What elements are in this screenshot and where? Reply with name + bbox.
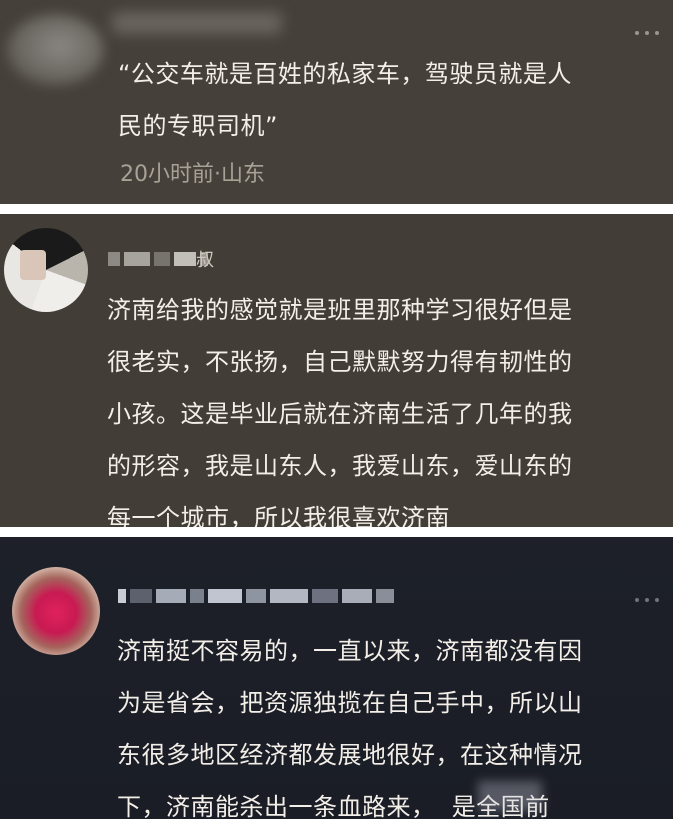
more-dots-icon[interactable] — [635, 597, 659, 603]
comment-text: 济南挺不容易的，一直以来，济南都没有因 为是省会，把资源独揽在自己手中，所以山 … — [117, 637, 583, 819]
username-pixelated[interactable] — [118, 589, 394, 603]
comment-card-2[interactable]: 叔 济南给我的感觉就是班里那种学习很好但是 很老实，不张扬，自己默默努力得有韧性… — [0, 214, 673, 527]
comment-line-2: 民的专职司机” — [118, 112, 278, 140]
avatar[interactable] — [4, 228, 88, 312]
comment-card-3[interactable]: 济南挺不容易的，一直以来，济南都没有因 为是省会，把资源独揽在自己手中，所以山 … — [0, 537, 673, 819]
avatar[interactable] — [6, 14, 104, 86]
more-dots-icon[interactable] — [635, 30, 659, 36]
comment-meta: 20小时前·山东 — [120, 162, 265, 187]
comment-text: “公交车就是百姓的私家车，驾驶员就是人 民的专职司机” — [118, 48, 666, 152]
comment-card-1[interactable]: “公交车就是百姓的私家车，驾驶员就是人 民的专职司机” 20小时前·山东 — [0, 0, 673, 204]
username-blurred[interactable] — [112, 12, 282, 34]
avatar[interactable] — [12, 567, 100, 655]
blurred-text-patch — [478, 781, 542, 811]
username-char: 叔 — [196, 250, 214, 271]
comment-text: 济南给我的感觉就是班里那种学习很好但是 很老实，不张扬，自己默默努力得有韧性的 … — [107, 296, 573, 527]
comment-line-1: “公交车就是百姓的私家车，驾驶员就是人 — [118, 60, 572, 88]
username-pixelated[interactable] — [108, 252, 208, 266]
